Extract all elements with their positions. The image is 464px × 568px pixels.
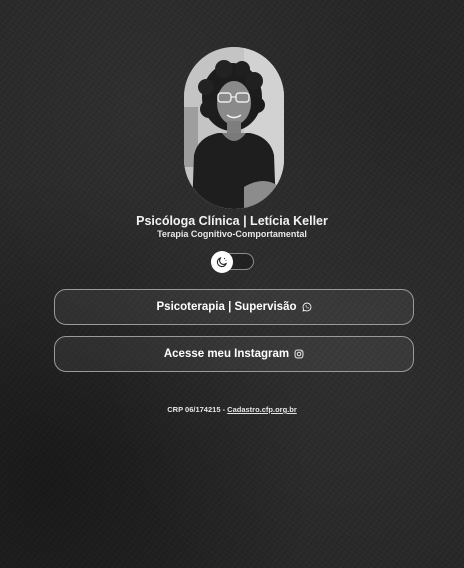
profile-name: Psicóloga Clínica | Letícia Keller xyxy=(136,214,328,228)
crp-text: CRP 06/174215 - xyxy=(167,405,228,414)
instagram-icon xyxy=(294,349,304,359)
link-label: Psicoterapia | Supervisão xyxy=(156,301,297,313)
avatar xyxy=(184,47,284,209)
psicoterapia-link-button[interactable]: Psicoterapia | Supervisão xyxy=(54,289,414,325)
profile-photo xyxy=(184,47,284,209)
cadastro-link[interactable]: Cadastro.cfp.org.br xyxy=(227,405,297,414)
footer: CRP 06/174215 - Cadastro.cfp.org.br xyxy=(0,405,464,415)
theme-toggle[interactable] xyxy=(211,251,254,273)
whatsapp-icon xyxy=(301,302,312,312)
toggle-knob xyxy=(211,251,233,273)
link-label: Acesse meu Instagram xyxy=(163,348,290,360)
link-page: Psicóloga Clínica | Letícia Keller Terap… xyxy=(0,0,464,568)
profile-subtitle: Terapia Cognitivo-Comportamental xyxy=(157,229,307,239)
instagram-link-button[interactable]: Acesse meu Instagram xyxy=(54,336,414,372)
moon-icon xyxy=(216,257,227,268)
